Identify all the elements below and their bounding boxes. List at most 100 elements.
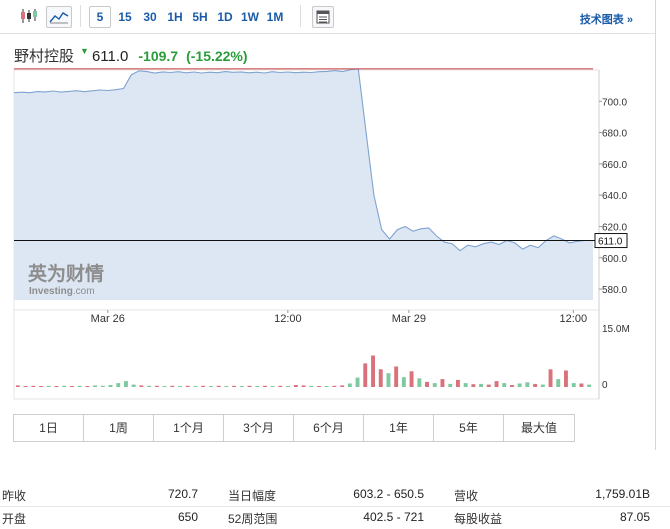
volume-bar — [239, 386, 244, 387]
volume-bar — [378, 369, 383, 387]
volume-bar — [340, 385, 345, 387]
stat-value-revenue: 1,759.01B — [595, 487, 650, 501]
volume-bar — [317, 386, 321, 387]
volume-bar — [54, 386, 59, 387]
volume-bar — [363, 363, 368, 387]
watermark-brand-cn: 英为财情 — [28, 262, 104, 285]
volume-bar — [286, 386, 290, 387]
volume-bar — [23, 386, 28, 387]
volume-bar — [548, 369, 553, 387]
volume-bar — [502, 383, 507, 387]
volume-bar — [216, 385, 221, 387]
price-chart[interactable]: 英为财情 Investing.com 700.0 680.0 660.0 640.0 6… — [0, 0, 655, 405]
stat-label-prev-close: 昨收 — [2, 489, 27, 503]
volume-bar — [394, 366, 399, 387]
volume-bar — [70, 386, 74, 387]
volume-bar — [486, 384, 491, 387]
volume-bar — [15, 385, 20, 387]
volume-bar — [355, 377, 360, 387]
volume-bar — [301, 385, 306, 387]
price-axis-label: 640.0 — [602, 191, 627, 202]
volume-bar — [471, 384, 476, 387]
stats-row: 昨收 720.7 当日幅度 603.2 - 650.5 营收 1,759.01B — [0, 484, 670, 506]
volume-bar — [564, 370, 568, 387]
volume-bar — [100, 385, 105, 387]
volume-bar — [479, 383, 483, 387]
x-axis-label: Mar 26 — [91, 313, 125, 325]
volume-bar — [587, 384, 592, 387]
volume-bar — [409, 371, 414, 387]
price-axis-label: 680.0 — [602, 129, 627, 140]
volume-bar — [147, 385, 152, 387]
price-axis-label: 620.0 — [602, 222, 627, 233]
volume-bar — [77, 385, 82, 387]
volume-axis-label: 15.0M — [602, 324, 630, 335]
volume-bar — [278, 385, 283, 387]
volume-bar — [440, 379, 445, 387]
volume-bar — [463, 383, 468, 387]
volume-bar — [93, 385, 97, 387]
stat-label-open: 开盘 — [2, 512, 27, 526]
x-axis-label: 12:00 — [274, 313, 302, 325]
volume-bar — [124, 381, 128, 387]
volume-bar — [417, 378, 422, 387]
stat-value-open: 650 — [177, 510, 198, 524]
volume-bar — [185, 385, 190, 387]
volume-bar — [432, 383, 437, 387]
chart-widget: 5 15 30 1H 5H 1D 1W 1M 技术图表 » 野村控股 ▼ 611.0… — [0, 0, 656, 450]
volume-bar — [39, 386, 43, 387]
volume-bar — [579, 383, 584, 387]
volume-bar — [556, 379, 561, 387]
range-3m[interactable]: 3个月 — [224, 415, 294, 441]
volume-bar — [178, 386, 182, 387]
range-1d[interactable]: 1日 — [14, 415, 84, 441]
volume-bar — [571, 383, 576, 387]
price-axis-label: 700.0 — [602, 97, 627, 108]
volume-bar — [108, 385, 113, 387]
range-1m[interactable]: 1个月 — [154, 415, 224, 441]
volume-bar — [540, 384, 545, 387]
volume-bar — [332, 385, 337, 387]
volume-bar — [347, 383, 352, 387]
volume-bar — [517, 383, 522, 387]
range-1y[interactable]: 1年 — [364, 415, 434, 441]
svg-text:611.0: 611.0 — [598, 237, 623, 248]
stat-label-52wk-range: 52周范围 — [228, 512, 278, 526]
volume-bar — [525, 382, 530, 387]
volume-bar — [371, 355, 375, 387]
volume-bar — [270, 386, 275, 387]
volume-bar — [401, 377, 406, 387]
volume-bar — [533, 383, 538, 387]
range-1w[interactable]: 1周 — [84, 415, 154, 441]
volume-bar — [425, 381, 429, 387]
stat-label-revenue: 营收 — [454, 489, 479, 503]
volume-bar — [510, 385, 514, 387]
volume-bar — [247, 385, 252, 387]
stat-label-eps: 每股收益 — [454, 512, 503, 526]
volume-bar — [131, 384, 136, 387]
volume-bar — [255, 386, 260, 387]
range-5y[interactable]: 5年 — [434, 415, 504, 441]
volume-bar — [46, 385, 51, 387]
volume-bar — [224, 386, 229, 387]
volume-bar — [62, 385, 67, 387]
volume-bar — [193, 386, 198, 387]
volume-bar — [116, 383, 121, 387]
volume-bar — [31, 385, 36, 387]
volume-bar — [494, 381, 499, 387]
investing-watermark: 英为财情 Investing.com — [28, 262, 104, 297]
price-axis-label: 660.0 — [602, 160, 627, 171]
watermark-brand-en: Investing.com — [29, 286, 95, 297]
current-price-tag: 611.0 — [594, 233, 628, 249]
stat-value-52wk-range: 402.5 - 721 — [363, 510, 424, 524]
x-axis-label: Mar 29 — [392, 313, 426, 325]
volume-bar — [309, 385, 314, 387]
price-axis-label: 600.0 — [602, 254, 627, 265]
range-6m[interactable]: 6个月 — [294, 415, 364, 441]
range-max[interactable]: 最大值 — [504, 415, 574, 441]
volume-bar — [139, 385, 144, 387]
stat-value-day-range: 603.2 - 650.5 — [353, 487, 424, 501]
volume-bar — [208, 386, 213, 387]
stat-value-eps: 87.05 — [619, 510, 650, 524]
volume-bar — [162, 386, 167, 387]
